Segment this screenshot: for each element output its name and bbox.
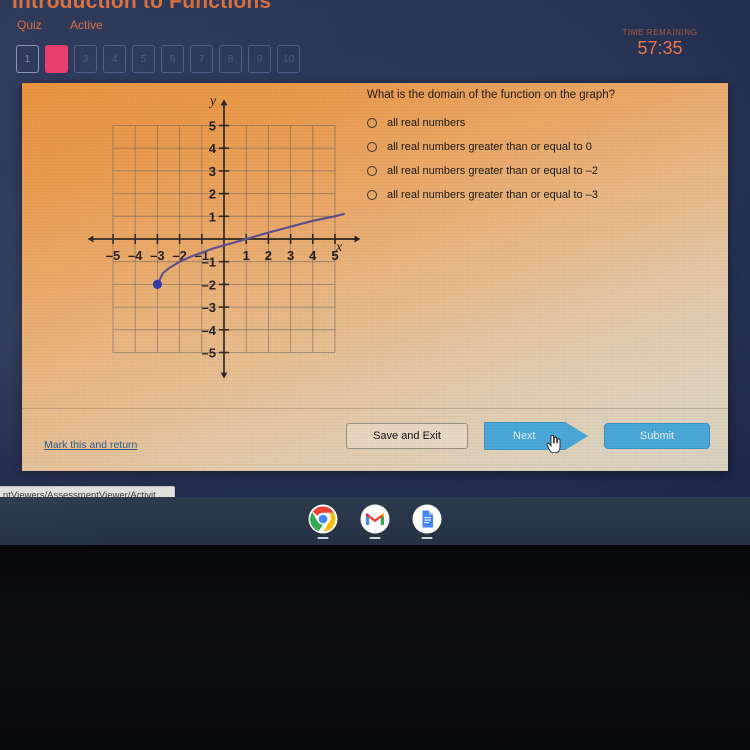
x-tick-label: 1 — [243, 248, 250, 263]
x-tick-label: –5 — [106, 248, 120, 263]
submit-button[interactable]: Submit — [604, 423, 710, 449]
y-tick-label: –4 — [202, 323, 217, 338]
desktop-background: Introduction to Functions Quiz Active TI… — [0, 0, 750, 545]
question-tile-9[interactable]: 9 — [248, 45, 271, 73]
question-tile-3[interactable]: 3 — [74, 45, 97, 73]
x-tick-label: –4 — [128, 248, 143, 263]
answer-option-4[interactable]: all real numbers greater than or equal t… — [367, 189, 717, 201]
answer-option-3[interactable]: all real numbers greater than or equal t… — [367, 165, 717, 177]
app-running-indicator — [421, 537, 433, 539]
y-tick-label: –1 — [202, 255, 216, 270]
function-graph: –5 –4 –3 –2 –1 1 2 3 4 5 5 4 3 2 1 –1 –2 –3 –4 –5 x y — [40, 83, 360, 393]
x-tick-label: –3 — [150, 248, 164, 263]
y-tick-label: –3 — [202, 300, 216, 315]
x-tick-label: 4 — [309, 248, 317, 263]
answer-option-label: all real numbers greater than or equal t… — [387, 140, 592, 153]
y-axis-label: y — [208, 94, 217, 109]
footer-divider — [22, 408, 728, 409]
timer-value: 57:35 — [637, 38, 683, 58]
question-tile-7[interactable]: 7 — [190, 45, 213, 73]
quiz-label: Quiz — [17, 18, 42, 32]
next-button[interactable]: Next — [484, 422, 588, 450]
graph-svg: –5 –4 –3 –2 –1 1 2 3 4 554321–1–2–3–4–5 x y — [87, 94, 360, 379]
y-tick-label: –2 — [202, 277, 216, 292]
next-button-wrapper[interactable]: Next — [484, 422, 588, 453]
answer-option-label: all real numbers — [387, 116, 466, 129]
y-tick-label: 3 — [209, 164, 216, 179]
radio-button-icon[interactable] — [367, 141, 377, 152]
curve-endpoint-dot — [152, 279, 162, 289]
question-tile-2[interactable] — [45, 45, 68, 73]
question-tile-4[interactable]: 4 — [103, 45, 126, 73]
save-and-exit-button[interactable]: Save and Exit — [346, 423, 468, 449]
status-badge: Active — [70, 18, 103, 32]
answer-option-2[interactable]: all real numbers greater than or equal t… — [367, 141, 717, 153]
monitor-bezel: DELL — [0, 545, 750, 750]
question-navigator[interactable]: 1 3 4 5 6 7 8 9 10 — [16, 45, 300, 73]
y-tick-label: 1 — [209, 209, 216, 224]
y-tick-label: 5 — [209, 119, 216, 134]
y-tick-label: 2 — [209, 187, 216, 202]
question-tile-6[interactable]: 6 — [161, 45, 184, 73]
question-tile-8[interactable]: 8 — [219, 45, 242, 73]
question-tile-10[interactable]: 10 — [277, 45, 300, 73]
screenshot-root: Introduction to Functions Quiz Active TI… — [0, 0, 750, 750]
answer-options[interactable]: all real numbers all real numbers greater… — [367, 117, 717, 201]
answer-option-label: all real numbers greater than or equal t… — [387, 164, 598, 177]
timer-label: TIME REMAINING — [622, 28, 698, 37]
question-card: –5 –4 –3 –2 –1 1 2 3 4 5 5 4 3 2 1 –1 –2 –3 –4 –5 x y What … — [22, 83, 728, 471]
question-text: What is the domain of the function on th… — [367, 89, 616, 101]
taskbar-shelf — [0, 497, 750, 545]
app-running-indicator — [369, 537, 381, 539]
app-running-indicator — [317, 537, 329, 539]
mark-this-and-return-link[interactable]: Mark this and return — [44, 439, 137, 451]
question-tile-1[interactable]: 1 — [16, 45, 39, 73]
x-tick-label: 2 — [265, 248, 272, 263]
timer: TIME REMAINING 57:35 — [600, 28, 720, 59]
chrome-icon[interactable] — [308, 504, 338, 539]
radio-button-icon[interactable] — [367, 189, 377, 200]
shelf-icon-list[interactable] — [308, 504, 442, 539]
question-area: What is the domain of the function on th… — [367, 88, 717, 213]
radio-button-icon[interactable] — [367, 117, 377, 128]
google-docs-icon[interactable] — [412, 504, 442, 539]
quiz-header: Introduction to Functions Quiz Active TI… — [0, 0, 750, 80]
question-tile-5[interactable]: 5 — [132, 45, 155, 73]
page-title: Introduction to Functions — [12, 0, 272, 13]
radio-button-icon[interactable] — [367, 165, 377, 176]
axes — [87, 99, 360, 379]
y-tick-label: 4 — [209, 141, 217, 156]
answer-option-label: all real numbers greater than or equal t… — [387, 188, 598, 201]
gmail-icon[interactable] — [360, 504, 390, 539]
x-axis-label: x — [335, 240, 343, 255]
footer-buttons: Save and Exit Next Submit — [346, 422, 710, 453]
y-tick-label: –5 — [202, 346, 216, 361]
answer-option-1[interactable]: all real numbers — [367, 117, 717, 129]
x-tick-label: 3 — [287, 248, 294, 263]
